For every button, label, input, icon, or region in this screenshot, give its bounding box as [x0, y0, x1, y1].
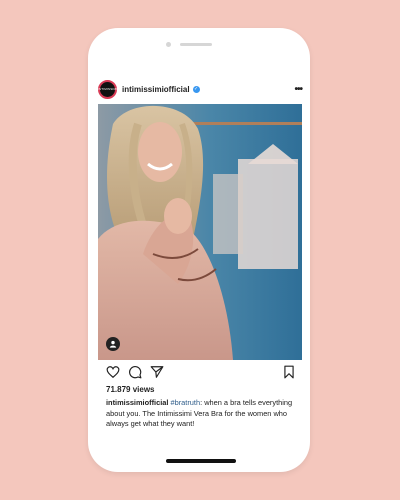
- view-count[interactable]: 71.879 views: [106, 385, 154, 394]
- user-tag-icon[interactable]: [106, 337, 120, 351]
- post-actions: [106, 365, 296, 381]
- speaker-slot: [180, 43, 212, 46]
- bookmark-icon[interactable]: [282, 365, 296, 379]
- avatar[interactable]: INTIMISSIMI: [97, 79, 118, 99]
- post-caption: intimissimiofficial #bratruth: when a br…: [106, 398, 296, 430]
- caption-hashtag[interactable]: #bratruth: [171, 398, 201, 407]
- caption-username[interactable]: intimissimiofficial: [106, 398, 168, 407]
- more-icon[interactable]: •••: [294, 84, 302, 95]
- home-indicator[interactable]: [166, 459, 236, 463]
- camera-dot: [166, 42, 171, 47]
- post-header: INTIMISSIMI intimissimiofficial ✓ •••: [97, 76, 303, 102]
- post-username[interactable]: intimissimiofficial: [122, 85, 190, 94]
- avatar-logo: INTIMISSIMI: [97, 87, 118, 91]
- heart-icon[interactable]: [106, 365, 120, 379]
- post-image[interactable]: [98, 104, 302, 360]
- share-icon[interactable]: [150, 365, 164, 379]
- comment-icon[interactable]: [128, 365, 142, 379]
- verified-icon: ✓: [192, 85, 200, 93]
